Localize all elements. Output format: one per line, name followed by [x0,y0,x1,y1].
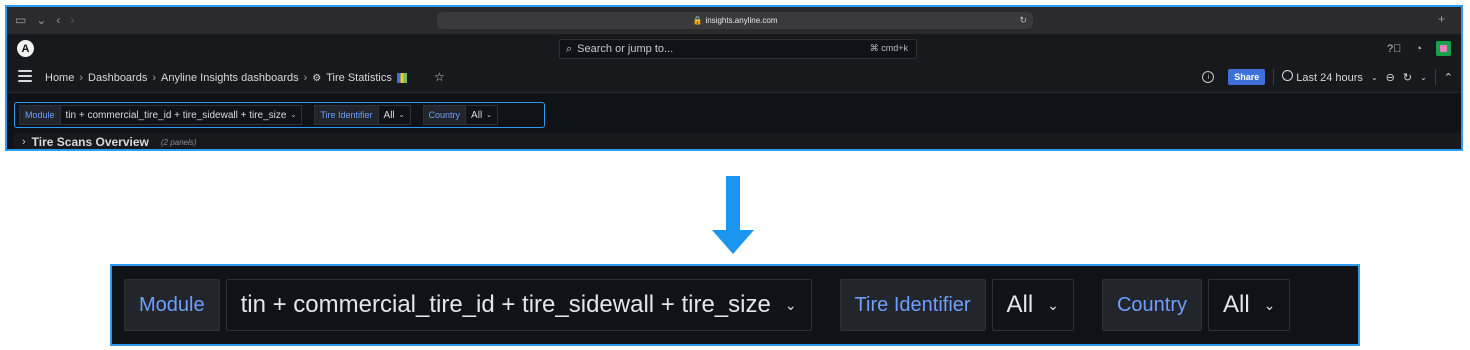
grafana-top-bar: A ⌕ Search or jump to... ⌘ cmd+k ?⃝ ◔ [7,34,1461,64]
chevron-down-icon: ⌄ [1263,296,1276,313]
row-title: Tire Scans Overview [31,135,149,149]
chevron-down-icon[interactable]: ⌄ [36,13,46,27]
collapse-icon[interactable]: ⌃ [1444,71,1453,84]
time-range-label: Last 24 hours [1296,72,1363,84]
zoom-out-icon[interactable]: ⊖ [1386,71,1395,84]
module-value: tin + commercial_tire_id + tire_sidewall… [65,109,287,121]
dashboard-grid-icon: ⚙ [312,72,322,84]
browser-toolbar: ▭ ⌄ ‹ › 🔒 insights.anyline.com ↻ + [7,7,1461,35]
tire-identifier-select[interactable]: All ⌄ [991,279,1074,331]
search-shortcut: ⌘ cmd+k [869,43,908,53]
variables-bar-zoomed: Module tin + commercial_tire_id + tire_s… [110,264,1360,346]
url-text: insights.anyline.com [705,16,778,25]
menu-icon[interactable] [18,70,32,85]
tire-identifier-value: All [1006,291,1034,318]
module-select[interactable]: tin + commercial_tire_id + tire_sidewall… [60,105,303,125]
breadcrumb: Home › Dashboards › Anyline Insights das… [45,72,407,84]
breadcrumb-dashboards[interactable]: Dashboards [88,72,147,84]
arrow-head [712,230,754,254]
browser-controls: ▭ ⌄ ‹ › [15,13,74,27]
breadcrumb-folder[interactable]: Anyline Insights dashboards [161,72,299,84]
chevron-right-icon: › [22,136,26,148]
chevron-down-icon: ⌄ [486,112,493,119]
country-label: Country [422,105,467,125]
chevron-down-icon: ⌄ [290,112,297,119]
down-arrow-icon [726,176,740,232]
avatar[interactable] [1436,41,1451,56]
address-bar[interactable]: 🔒 insights.anyline.com ↻ [437,12,1033,29]
search-icon: ⌕ [566,42,573,55]
sidebar-toggle-icon[interactable]: ▭ [15,13,26,27]
refresh-icon[interactable]: ↻ [1403,71,1412,84]
breadcrumb-separator-icon: › [79,72,84,84]
module-label: Module [124,279,220,331]
module-select[interactable]: tin + commercial_tire_id + tire_sidewall… [225,279,812,331]
breadcrumb-separator-icon: › [152,72,157,84]
divider [1434,69,1436,85]
app-logo[interactable]: A [17,40,34,57]
chevron-down-icon: ⌄ [1047,296,1059,313]
breadcrumb-home[interactable]: Home [45,72,74,84]
row-panel-count: (2 panels) [160,137,197,147]
search-placeholder: Search or jump to... [577,43,674,55]
clock-icon [1282,70,1294,81]
info-icon[interactable]: i [1202,71,1215,83]
row-tire-scans-overview[interactable]: › Tire Scans Overview (2 panels) [14,133,1461,149]
chevron-down-icon: ⌄ [784,296,797,313]
module-value: tin + commercial_tire_id + tire_sidewall… [240,291,771,318]
rss-icon[interactable]: ◔ [1415,43,1422,55]
breadcrumb-current: Tire Statistics [326,72,392,84]
country-value: All [471,109,483,121]
chevron-down-icon[interactable]: ⌄ [1420,73,1427,82]
help-icon[interactable]: ?⃝ [1387,43,1401,55]
chevron-down-icon[interactable]: ⌄ [1371,73,1378,82]
tire-identifier-select[interactable]: All ⌄ [378,105,411,125]
dashboard-controls: i Share Last 24 hours ⌄ ⊖ ↻ ⌄ ⌃ [1202,69,1453,85]
divider [1273,69,1275,85]
new-tab-icon[interactable]: + [1438,12,1445,26]
search-input[interactable]: ⌕ Search or jump to... ⌘ cmd+k [559,39,917,59]
chevron-down-icon: ⌄ [398,112,405,119]
country-select[interactable]: All ⌄ [1207,279,1291,331]
forward-icon[interactable]: › [70,13,74,27]
country-label: Country [1101,279,1202,331]
breadcrumb-separator-icon: › [303,72,308,84]
tire-identifier-label: Tire Identifier [314,105,379,125]
top-right-actions: ?⃝ ◔ [1387,41,1451,56]
share-button[interactable]: Share [1228,69,1266,85]
dashboard-nav-bar: Home › Dashboards › Anyline Insights das… [7,64,1461,93]
module-label: Module [19,105,61,125]
lock-icon: 🔒 [692,16,703,25]
tire-identifier-value: All [383,109,395,121]
variables-bar-small: Module tin + commercial_tire_id + tire_s… [14,102,545,128]
bar-chart-emoji-icon [396,73,407,83]
star-icon[interactable]: ☆ [434,70,445,84]
back-icon[interactable]: ‹ [56,13,60,27]
screenshot-frame: ▭ ⌄ ‹ › 🔒 insights.anyline.com ↻ + A ⌕ S… [5,5,1463,151]
tire-identifier-label: Tire Identifier [839,279,986,331]
country-select[interactable]: All ⌄ [466,105,499,125]
reload-icon[interactable]: ↻ [1019,15,1027,26]
country-value: All [1222,291,1250,318]
time-picker[interactable]: Last 24 hours [1282,70,1363,84]
